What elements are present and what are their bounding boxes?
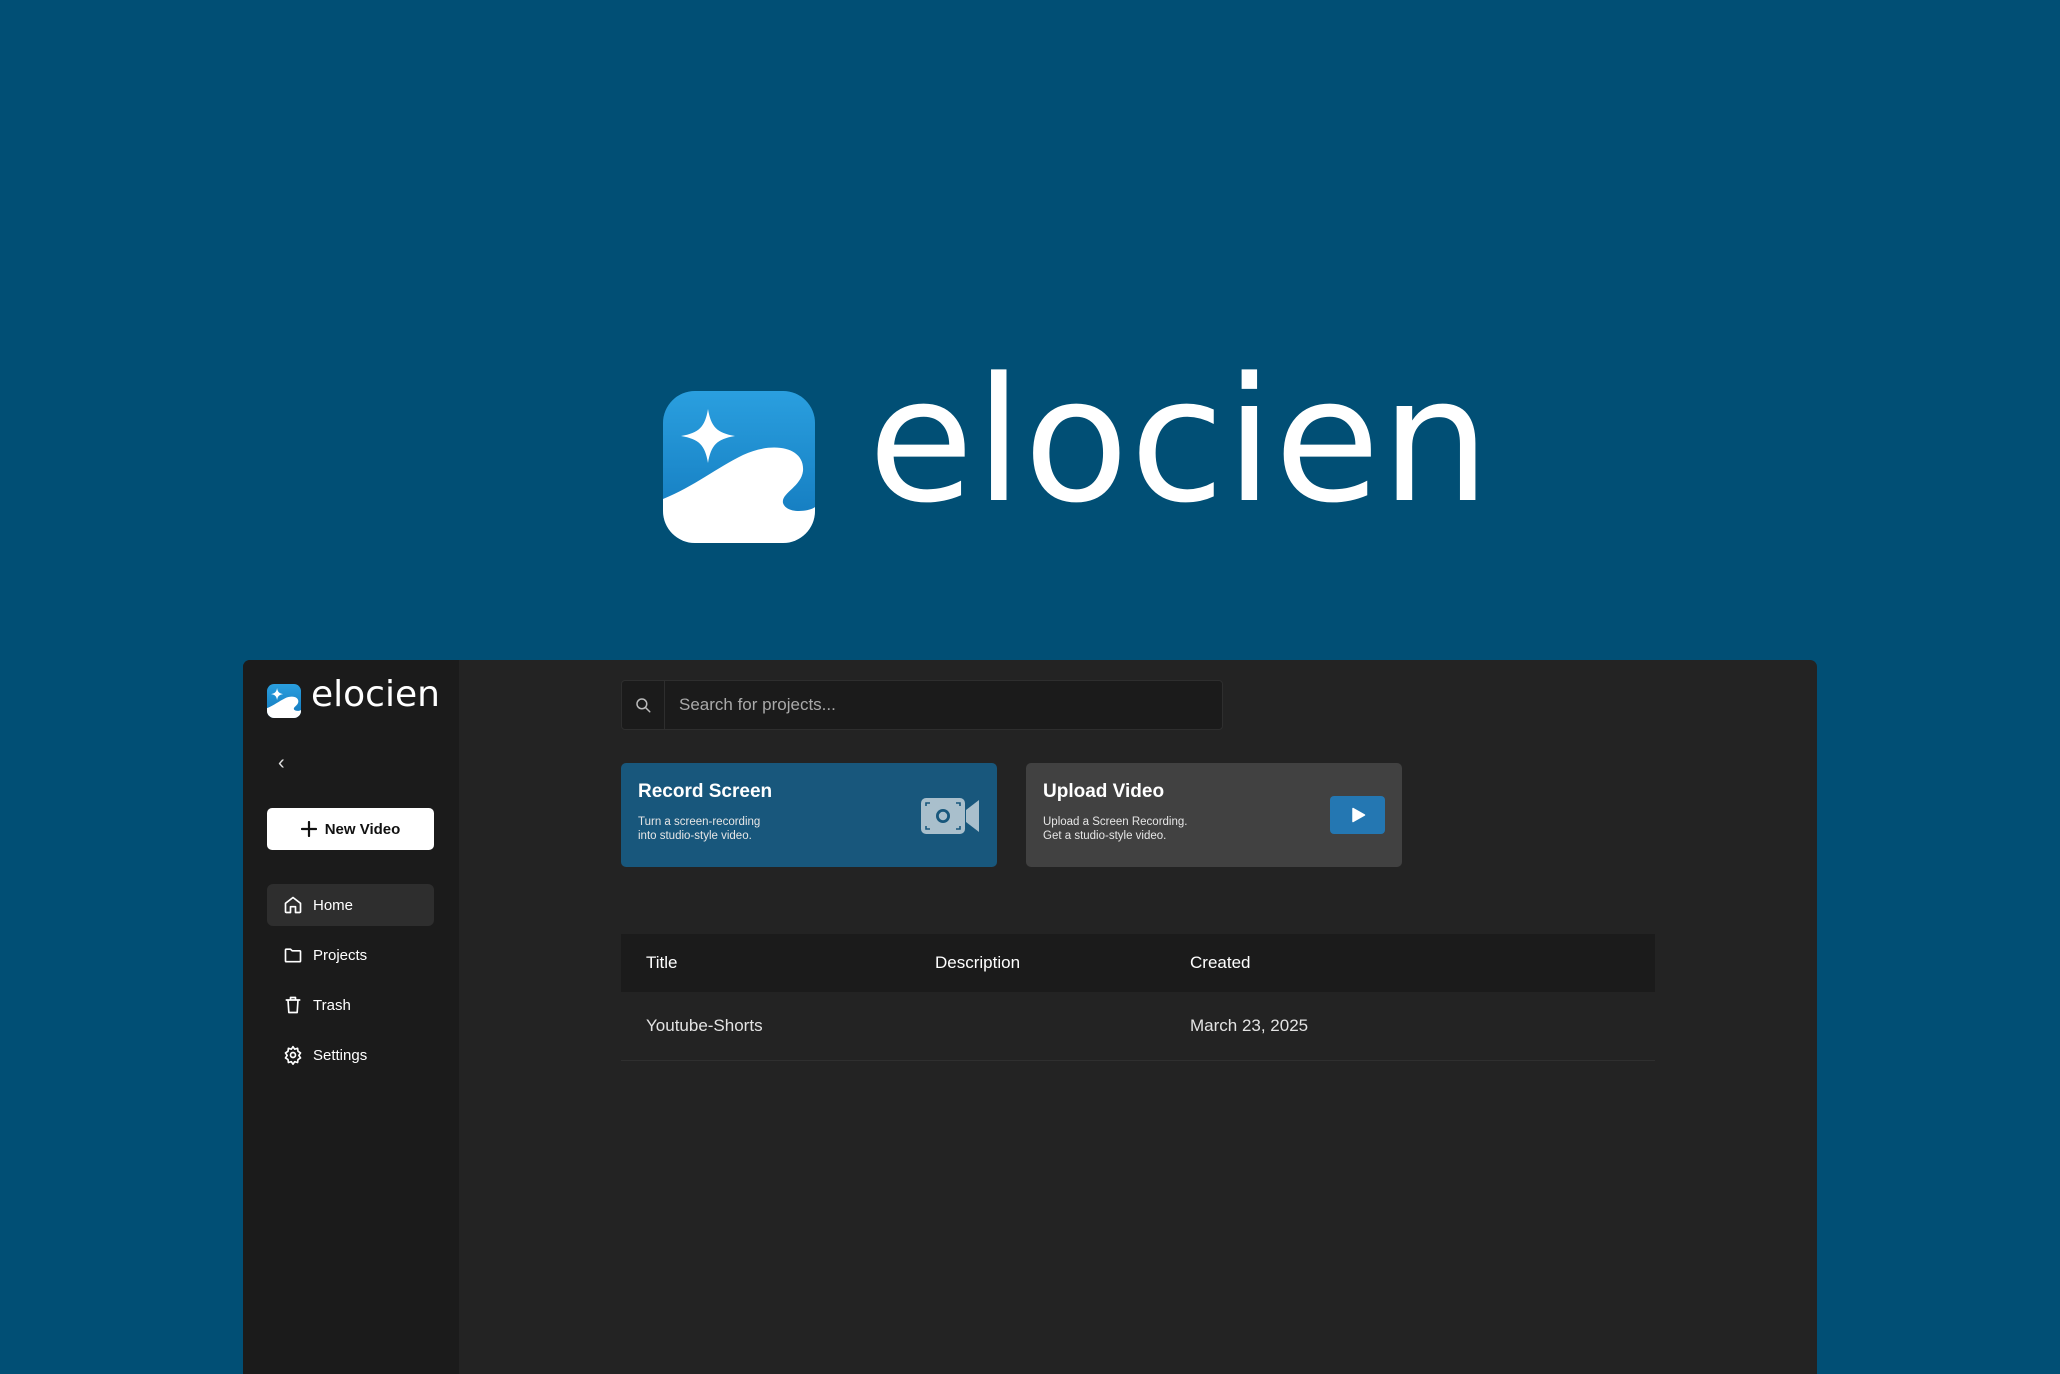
search-icon	[622, 681, 665, 729]
sidebar-logo-icon	[267, 684, 301, 718]
play-icon	[1330, 796, 1385, 834]
upload-video-description: Upload a Screen Recording. Get a studio-…	[1043, 815, 1243, 843]
search-bar	[621, 680, 1223, 730]
record-screen-card[interactable]: Record Screen Turn a screen-recording in…	[621, 763, 997, 867]
column-header-created[interactable]: Created	[1190, 953, 1655, 973]
upload-desc-line: Upload a Screen Recording.	[1043, 816, 1188, 828]
record-desc-line: Turn a screen-recording	[638, 816, 761, 828]
trash-icon	[285, 996, 301, 1014]
app-window: elocien ‹ New Video Home Projects Trash …	[243, 660, 1817, 1374]
hero-brand-wordmark: elocien	[868, 340, 1492, 541]
gear-icon	[284, 1045, 302, 1065]
record-screen-description: Turn a screen-recording into studio-styl…	[638, 815, 838, 843]
search-input[interactable]	[665, 694, 1222, 716]
sidebar-item-trash[interactable]: Trash	[267, 984, 434, 1026]
sidebar-item-projects[interactable]: Projects	[267, 934, 434, 976]
record-screen-title: Record Screen	[638, 781, 773, 802]
record-desc-line: into studio-style video.	[638, 830, 752, 842]
plus-icon	[300, 821, 317, 837]
sidebar-item-label: Projects	[313, 946, 368, 964]
sidebar-item-label: Trash	[313, 996, 351, 1014]
projects-table: Title Description Created Youtube-Shorts…	[621, 934, 1655, 1061]
collapse-sidebar-button[interactable]: ‹	[278, 752, 285, 775]
sidebar-brand-wordmark: elocien	[311, 674, 440, 715]
folder-icon	[284, 948, 302, 963]
sidebar-nav: Home Projects Trash Settings	[267, 884, 434, 1084]
column-header-title[interactable]: Title	[621, 953, 935, 973]
upload-desc-line: Get a studio-style video.	[1043, 830, 1167, 842]
new-video-label: New Video	[324, 820, 401, 838]
sidebar-item-home[interactable]: Home	[267, 884, 434, 926]
new-video-button[interactable]: New Video	[267, 808, 434, 850]
upload-video-card[interactable]: Upload Video Upload a Screen Recording. …	[1026, 763, 1402, 867]
sidebar-item-settings[interactable]: Settings	[267, 1034, 434, 1076]
brand-logo-icon	[663, 391, 815, 543]
column-header-description[interactable]: Description	[935, 953, 1190, 973]
sidebar-item-label: Home	[313, 896, 354, 914]
home-icon	[284, 896, 302, 914]
cell-title: Youtube-Shorts	[646, 1016, 763, 1035]
sidebar-item-label: Settings	[313, 1046, 368, 1064]
upload-video-title: Upload Video	[1043, 781, 1165, 802]
table-header: Title Description Created	[621, 934, 1655, 992]
sidebar: elocien ‹ New Video Home Projects Trash …	[243, 660, 459, 1374]
camera-icon	[921, 798, 979, 834]
table-row[interactable]: Youtube-Shorts March 23, 2025	[621, 992, 1655, 1061]
cell-created: March 23, 2025	[1190, 1016, 1309, 1035]
